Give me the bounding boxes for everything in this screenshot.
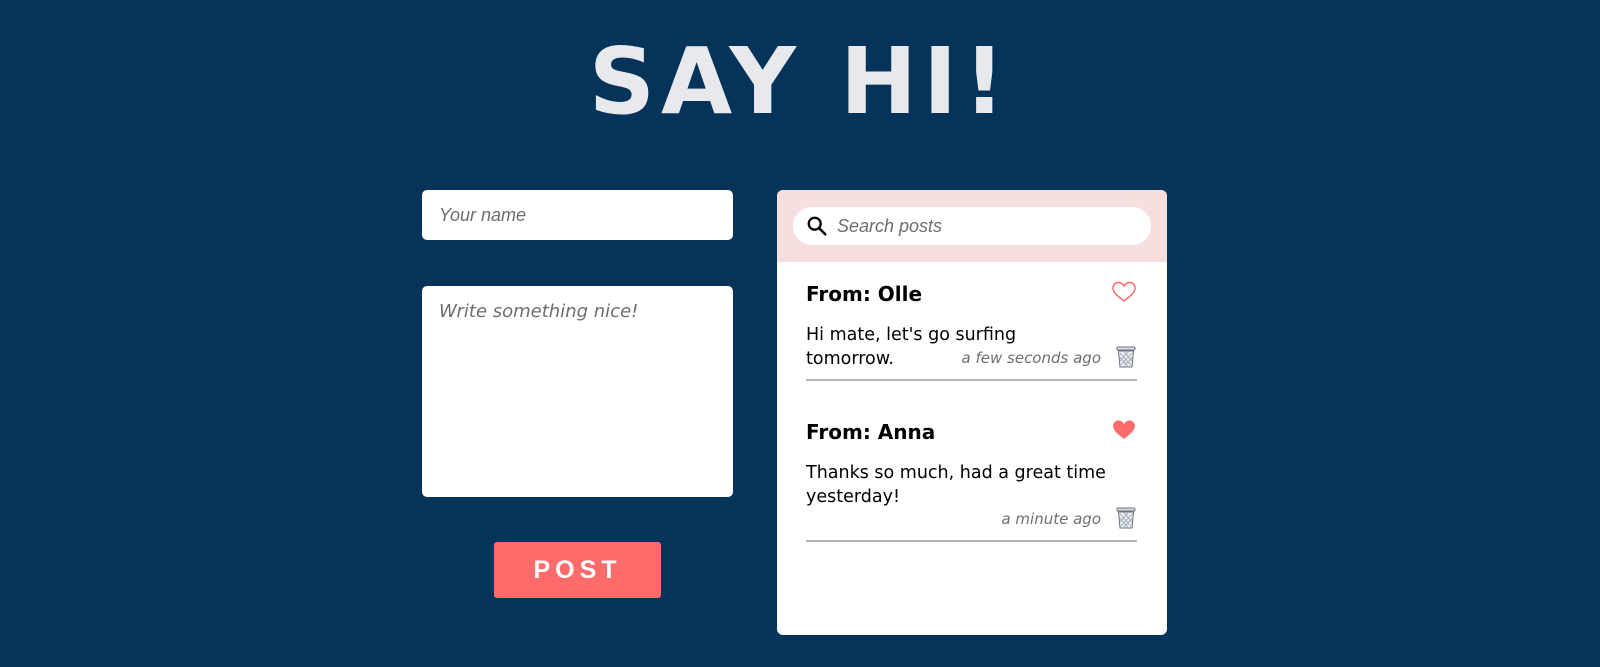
post-message: Thanks so much, had a great time yesterd… bbox=[806, 463, 1106, 507]
post-item: From: Olle Hi mate, let's go surfing tom… bbox=[806, 281, 1137, 381]
search-icon bbox=[807, 216, 827, 236]
post-author: From: Olle bbox=[806, 282, 923, 306]
page-title: SAY HI! bbox=[588, 28, 1012, 135]
post-timestamp: a minute ago bbox=[1001, 510, 1101, 528]
name-input[interactable] bbox=[422, 190, 733, 240]
post-item: From: Anna Thanks so much, had a great t… bbox=[806, 420, 1137, 542]
search-box[interactable] bbox=[793, 207, 1151, 245]
trash-icon[interactable] bbox=[1115, 345, 1137, 369]
posts-panel: From: Olle Hi mate, let's go surfing tom… bbox=[777, 190, 1167, 635]
heart-outline-icon[interactable] bbox=[1111, 278, 1137, 304]
heart-filled-icon[interactable] bbox=[1111, 416, 1137, 442]
message-input[interactable] bbox=[422, 286, 733, 497]
search-input[interactable] bbox=[837, 207, 1137, 245]
post-author: From: Anna bbox=[806, 420, 936, 444]
post-timestamp: a few seconds ago bbox=[961, 349, 1101, 367]
post-button[interactable]: POST bbox=[494, 542, 661, 598]
search-header bbox=[777, 190, 1167, 262]
trash-icon[interactable] bbox=[1115, 506, 1137, 530]
